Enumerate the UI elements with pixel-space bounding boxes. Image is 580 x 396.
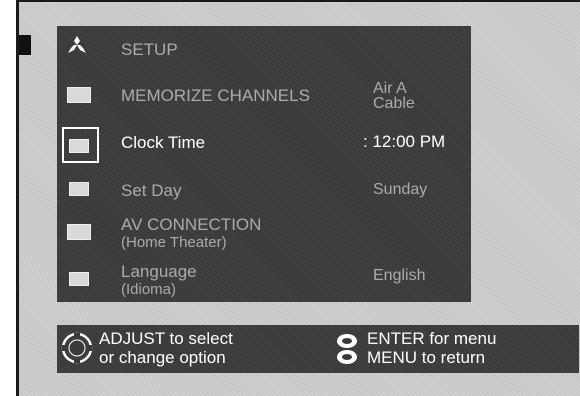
language-title: Language — [121, 262, 197, 281]
av-connection-icon — [67, 224, 91, 240]
calendar-icon — [69, 182, 89, 196]
clock-time-value: : 12:00 PM — [363, 132, 446, 151]
language-icon — [69, 272, 89, 286]
memorize-channels-value-cable: Cable — [373, 95, 415, 112]
set-day-label: Set Day — [121, 181, 182, 200]
clock-time-label: Clock Time — [121, 133, 206, 152]
mitsubishi-logo-icon — [68, 36, 86, 53]
av-connection-subtitle: (Home Theater) — [121, 234, 227, 251]
adjust-help-line2: or change option — [99, 348, 226, 367]
adjust-help-line1: ADJUST to select — [99, 329, 233, 348]
enter-button-icon — [337, 334, 357, 364]
language-subtitle: (Idioma) — [121, 281, 177, 298]
clock-icon — [69, 139, 89, 153]
menu-row-av-connection[interactable]: AV CONNECTION (Home Theater) — [57, 212, 471, 252]
menu-title: SETUP — [121, 40, 178, 59]
menu-row-memorize-channels[interactable]: MEMORIZE CHANNELS Air A Cable — [57, 76, 471, 114]
set-day-value: Sunday — [373, 181, 428, 198]
enter-help-line1: ENTER for menu — [367, 329, 497, 348]
menu-row-set-day[interactable]: Set Day Sunday — [57, 174, 471, 204]
enter-help-line2: MENU to return — [367, 348, 486, 367]
menu-row-language[interactable]: Language (Idioma) English — [57, 260, 471, 300]
help-bar: ADJUST to select or change option ENTER … — [57, 325, 579, 373]
tv-screen: SETUP MEMORIZE CHANNELS Air A Cable Cloc… — [16, 0, 580, 396]
language-value: English — [373, 267, 426, 284]
memorize-channels-label: MEMORIZE CHANNELS — [121, 86, 310, 105]
language-label: Language (Idioma) — [121, 262, 197, 297]
channel-icon — [67, 87, 91, 103]
dpad-icon — [61, 332, 93, 364]
menu-row-clock-time[interactable]: Clock Time : 12:00 PM — [57, 126, 471, 164]
av-connection-label: AV CONNECTION (Home Theater) — [121, 215, 261, 250]
setup-menu-panel: SETUP MEMORIZE CHANNELS Air A Cable Cloc… — [57, 26, 471, 302]
av-connection-title: AV CONNECTION — [121, 215, 262, 234]
frame-mark — [19, 35, 31, 55]
